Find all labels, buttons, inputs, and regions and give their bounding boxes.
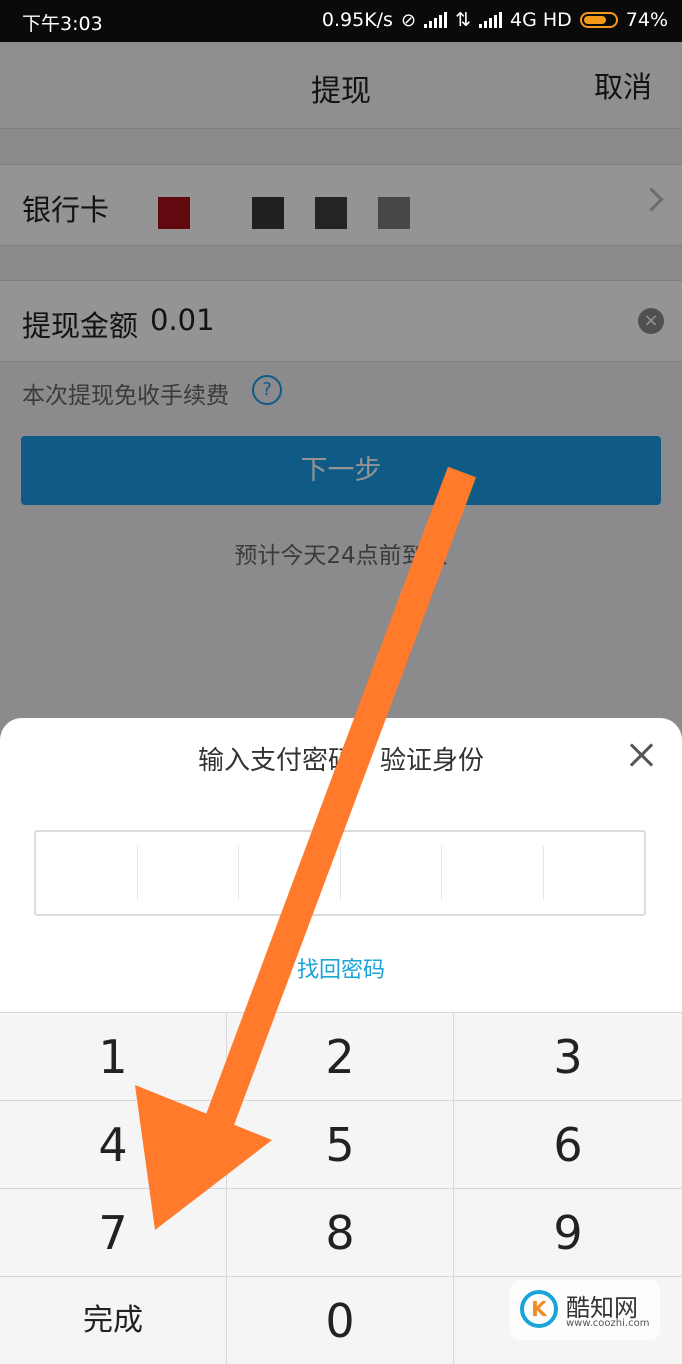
watermark-mark-icon: K	[520, 1290, 558, 1328]
watermark-logo: K 酷知网 www.coozhi.com	[510, 1280, 660, 1340]
annotation-arrow-icon	[135, 466, 477, 1230]
watermark-url: www.coozhi.com	[566, 1318, 650, 1329]
